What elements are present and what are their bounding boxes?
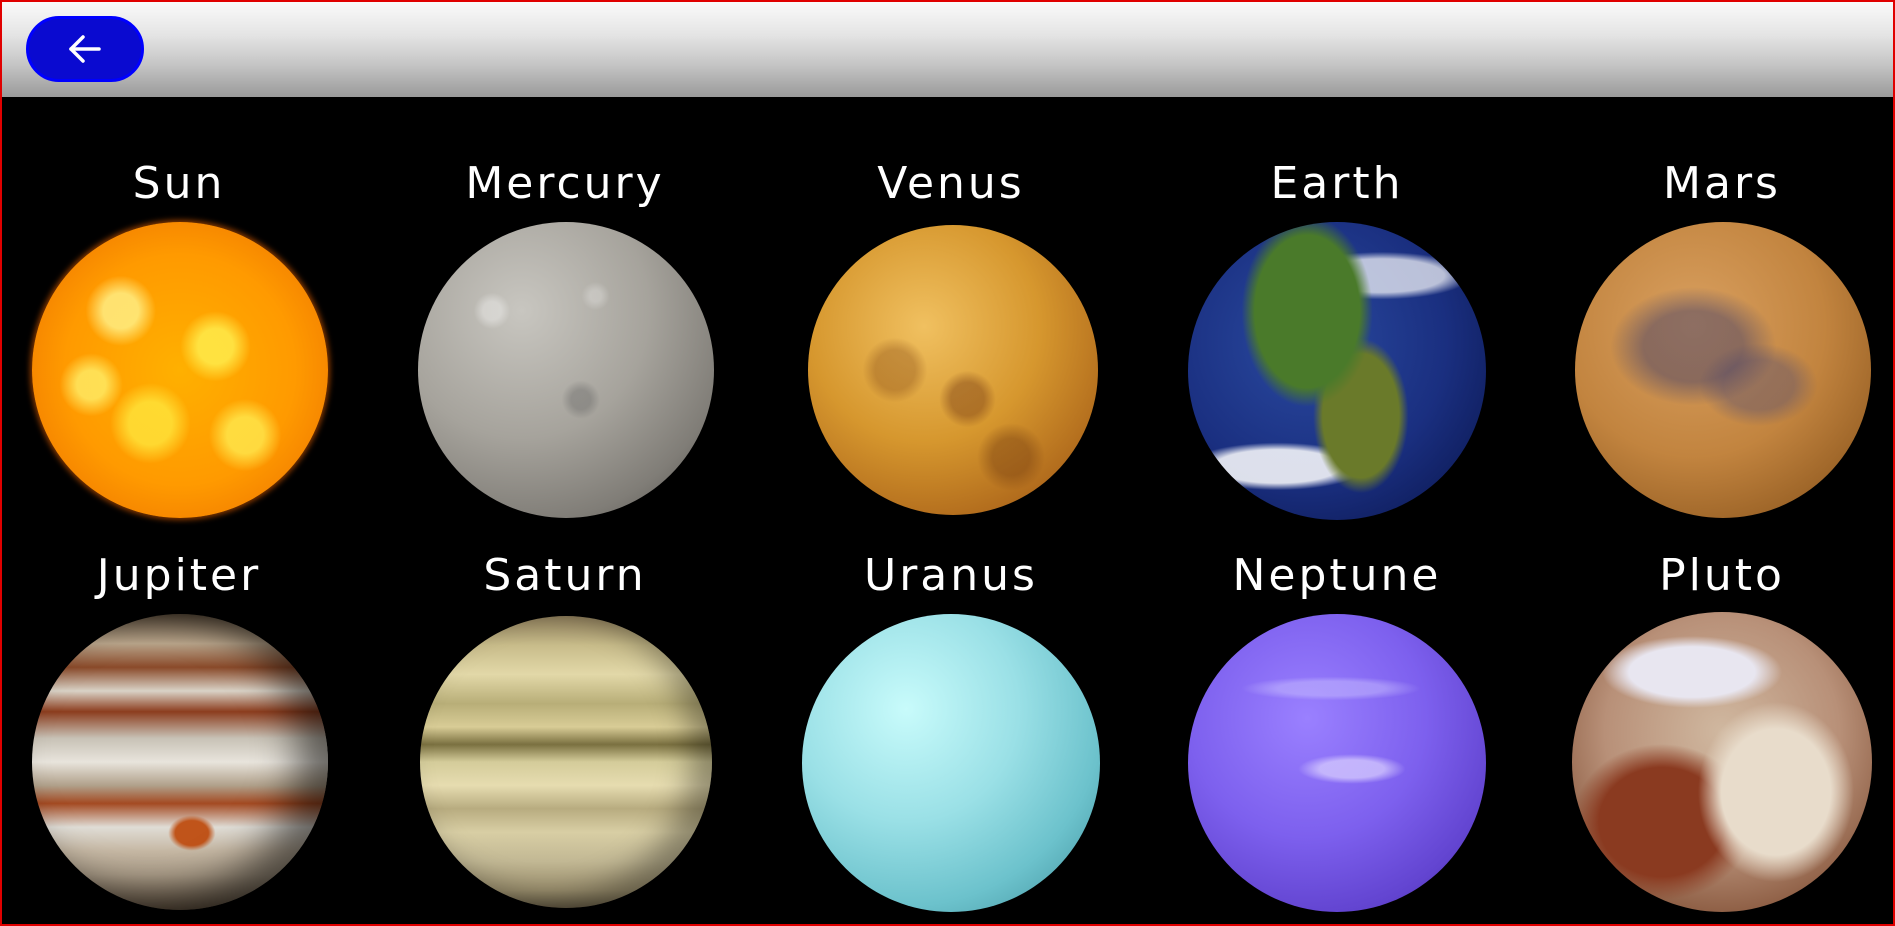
arrow-left-icon [69,35,101,63]
planet-name: Mars [1663,158,1781,209]
uranus-image[interactable] [802,614,1100,912]
planet-name: Mercury [465,158,665,209]
sun-image[interactable] [32,222,328,518]
planet-name: Uranus [864,550,1038,601]
planet-name: Saturn [483,550,647,601]
pluto-image[interactable] [1572,612,1872,912]
saturn-image[interactable] [420,616,712,908]
earth-image[interactable] [1188,222,1486,520]
neptune-image[interactable] [1188,614,1486,912]
mars-image[interactable] [1575,222,1871,518]
app-window: Sun Mercury Venus Earth Mars Jupiter Sat… [0,0,1895,926]
planet-name: Neptune [1232,550,1442,601]
mercury-image[interactable] [418,222,714,518]
planet-name: Venus [877,158,1025,209]
planet-name: Sun [132,158,226,209]
planet-name: Earth [1270,158,1404,209]
planet-name: Pluto [1659,550,1785,601]
back-button[interactable] [26,16,144,82]
top-bar [2,2,1893,97]
planet-name: Jupiter [96,550,262,601]
jupiter-image[interactable] [32,614,328,910]
venus-image[interactable] [808,225,1098,515]
